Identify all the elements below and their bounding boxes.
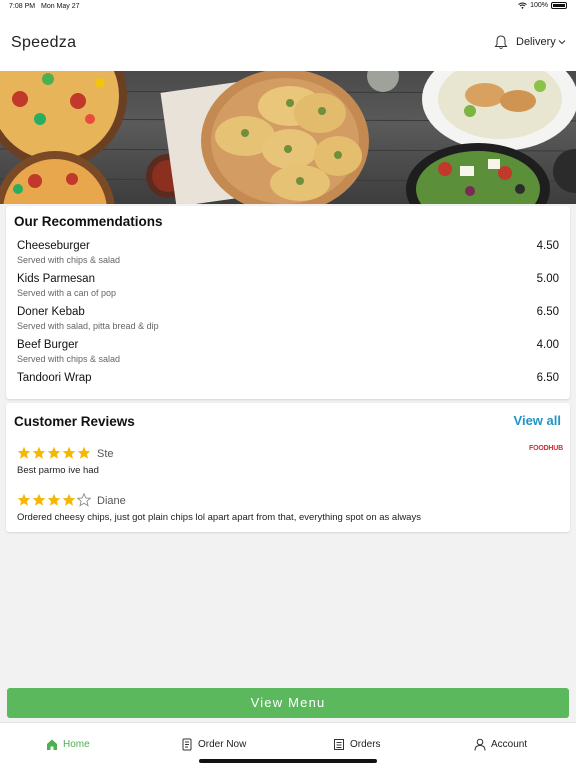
reviews-title: Customer Reviews <box>14 414 135 429</box>
star-filled-icon <box>62 446 76 459</box>
review-text: Ordered cheesy chips, just got plain chi… <box>17 512 421 523</box>
tab-label: Orders <box>350 739 381 750</box>
tab-label: Account <box>491 739 528 750</box>
view-menu-button[interactable]: View Menu <box>7 688 569 718</box>
item-description: Served with a can of pop <box>17 288 117 298</box>
order-icon <box>182 738 192 751</box>
reviewer-name: Diane <box>97 495 126 507</box>
tab-order-now[interactable]: Order Now <box>181 738 246 751</box>
status-time: 7:08 PM <box>9 3 36 10</box>
hero-food-image <box>0 71 576 204</box>
tab-home[interactable]: Home <box>46 738 90 751</box>
star-filled-icon <box>77 446 91 459</box>
item-name: Beef Burger <box>17 339 79 351</box>
star-filled-icon <box>47 493 61 506</box>
item-price: 6.50 <box>536 372 559 384</box>
star-rating <box>17 493 91 507</box>
reviews-card: Customer Reviews View all FOODHUB Ste Be… <box>6 403 570 532</box>
home-indicator <box>199 759 377 763</box>
app-header: Speedza Delivery <box>0 14 576 71</box>
bell-icon[interactable] <box>494 35 508 50</box>
review-item: Ste Best parmo ive had <box>17 446 562 480</box>
app-title: Speedza <box>11 34 77 51</box>
tab-account[interactable]: Account <box>474 738 527 751</box>
tab-orders[interactable]: Orders <box>333 738 381 751</box>
reviewer-name: Ste <box>97 448 114 460</box>
star-filled-icon <box>47 446 61 459</box>
item-name: Cheeseburger <box>17 240 90 252</box>
account-icon <box>474 738 486 751</box>
star-filled-icon <box>17 446 31 459</box>
star-empty-icon <box>77 493 91 507</box>
tab-label: Order Now <box>198 739 247 750</box>
review-text: Best parmo ive had <box>17 465 99 476</box>
item-description: Served with chips & salad <box>17 255 121 265</box>
item-price: 4.00 <box>536 339 559 351</box>
recommendation-item[interactable]: Cheeseburger Served with chips & salad 4… <box>17 240 559 270</box>
battery-icon <box>551 2 567 9</box>
home-icon <box>47 739 57 750</box>
tab-label: Home <box>63 739 90 750</box>
item-price: 6.50 <box>536 306 559 318</box>
item-price: 5.00 <box>536 273 559 285</box>
item-description: Served with salad, pitta bread & dip <box>17 321 159 331</box>
battery-percent: 100% <box>530 2 548 9</box>
recommendations-title: Our Recommendations <box>14 214 163 229</box>
delivery-selector[interactable]: Delivery <box>516 36 556 48</box>
orders-icon <box>334 739 344 750</box>
recommendation-item[interactable]: Beef Burger Served with chips & salad 4.… <box>17 339 559 369</box>
recommendation-item[interactable]: Tandoori Wrap 6.50 <box>17 372 559 402</box>
hero-food-banner <box>0 71 576 204</box>
status-bar: 7:08 PM Mon May 27 100% <box>0 0 576 14</box>
recommendation-item[interactable]: Kids Parmesan Served with a can of pop 5… <box>17 273 559 303</box>
item-name: Doner Kebab <box>17 306 85 318</box>
review-item: Diane Ordered cheesy chips, just got pla… <box>17 493 562 527</box>
status-date: Mon May 27 <box>41 3 80 10</box>
item-name: Kids Parmesan <box>17 273 95 285</box>
status-right: 100% <box>518 2 567 9</box>
chevron-down-icon[interactable] <box>558 39 566 45</box>
star-rating <box>17 446 91 460</box>
item-price: 4.50 <box>536 240 559 252</box>
recommendation-item[interactable]: Doner Kebab Served with salad, pitta bre… <box>17 306 559 336</box>
wifi-icon <box>518 2 527 9</box>
star-filled-icon <box>32 493 46 506</box>
star-filled-icon <box>62 493 76 506</box>
star-filled-icon <box>32 446 46 459</box>
recommendations-card: Our Recommendations Cheeseburger Served … <box>6 206 570 399</box>
star-filled-icon <box>17 493 31 506</box>
item-name: Tandoori Wrap <box>17 372 92 384</box>
item-description: Served with chips & salad <box>17 354 121 364</box>
view-all-link[interactable]: View all <box>514 413 561 428</box>
